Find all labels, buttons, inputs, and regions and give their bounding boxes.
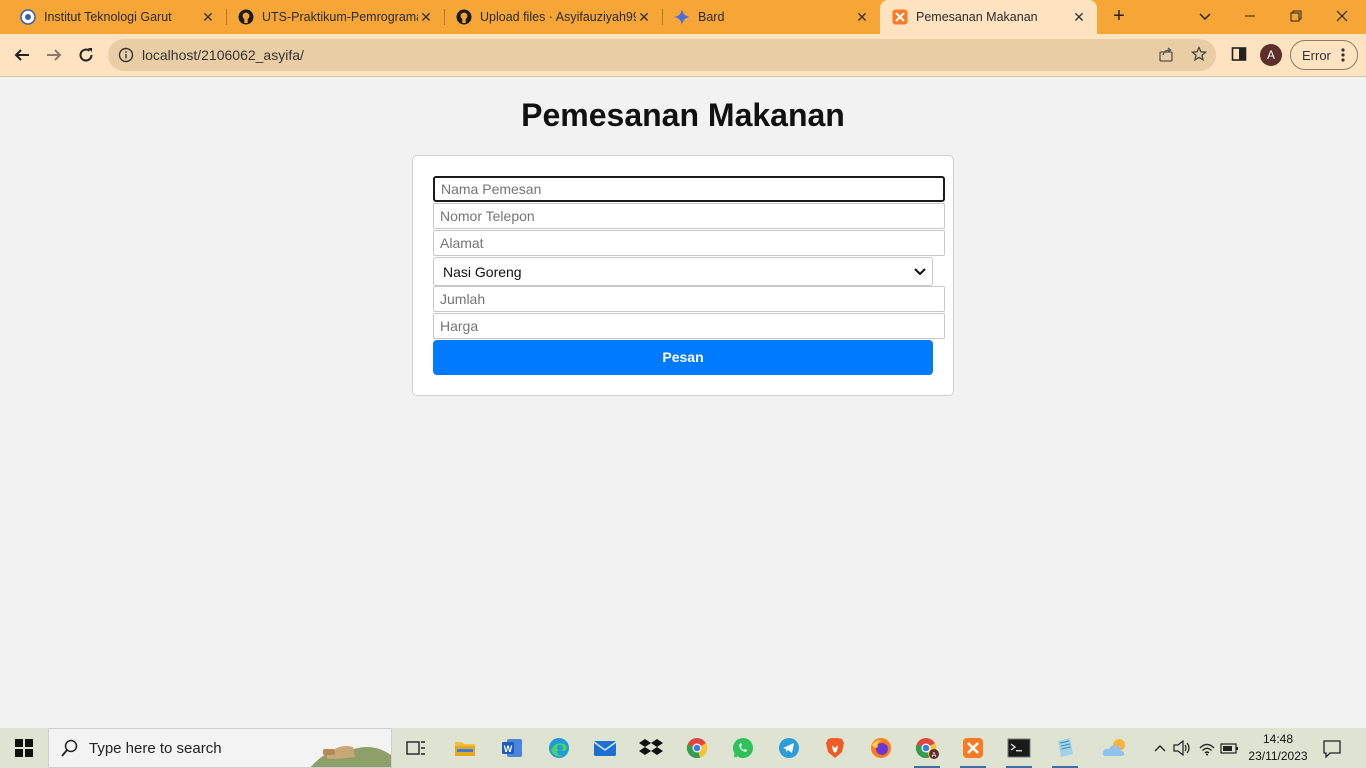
chevron-up-icon[interactable]	[1150, 738, 1170, 758]
close-icon[interactable]: ✕	[1071, 9, 1087, 25]
firefox-icon[interactable]	[864, 732, 898, 764]
side-panel-icon[interactable]	[1227, 42, 1251, 66]
dropbox-icon[interactable]	[634, 732, 668, 764]
nomor-telepon-input[interactable]: Nomor Telepon	[433, 203, 945, 229]
campus-logo-icon	[20, 9, 36, 25]
xampp-icon[interactable]	[956, 732, 990, 768]
pesan-button[interactable]: Pesan	[433, 340, 933, 375]
tab-upload-files[interactable]: Upload files · Asyifauziyah99 ✕	[436, 0, 662, 34]
tab-institut[interactable]: Institut Teknologi Garut ✕	[0, 0, 226, 34]
more-vertical-icon	[1341, 48, 1345, 62]
profile-avatar[interactable]: A	[1260, 44, 1282, 66]
nama-pemesan-input[interactable]: Nama Pemesan	[433, 176, 945, 202]
clock-date: 23/11/2023	[1248, 749, 1308, 763]
harga-input[interactable]: Harga	[433, 313, 945, 339]
close-icon[interactable]: ✕	[636, 9, 652, 25]
chrome-icon[interactable]	[680, 732, 714, 764]
file-explorer-icon[interactable]	[448, 732, 482, 764]
windows-taskbar: Type here to search W A 14:48 23/11/2023	[0, 728, 1366, 768]
alamat-input[interactable]: Alamat	[433, 230, 945, 256]
close-icon[interactable]: ✕	[418, 9, 434, 25]
system-clock[interactable]: 14:48 23/11/2023	[1246, 731, 1310, 765]
page-content: Pemesanan Makanan Nama Pemesan Nomor Tel…	[0, 77, 1366, 728]
jumlah-input[interactable]: Jumlah	[433, 286, 945, 312]
tab-bard[interactable]: Bard ✕	[654, 0, 880, 34]
menu-select[interactable]: Nasi Goreng	[433, 257, 933, 286]
new-tab-button[interactable]: +	[1108, 6, 1130, 28]
search-icon	[61, 739, 79, 757]
brave-icon[interactable]	[818, 732, 852, 764]
whatsapp-icon[interactable]	[726, 732, 760, 764]
github-icon	[238, 9, 254, 25]
error-menu-button[interactable]: Error	[1290, 40, 1358, 70]
tab-title: Institut Teknologi Garut	[44, 10, 172, 24]
error-label: Error	[1302, 47, 1331, 63]
tab-strip: Institut Teknologi Garut ✕ UTS-Praktikum…	[0, 0, 1366, 34]
chrome-profile-icon[interactable]: A	[910, 732, 944, 768]
share-icon[interactable]	[1154, 42, 1178, 66]
search-placeholder: Type here to search	[89, 739, 222, 757]
url-text[interactable]: localhost/2106062_asyifa/	[142, 47, 304, 63]
mail-icon[interactable]	[588, 732, 622, 764]
page-title: Pemesanan Makanan	[521, 97, 845, 133]
back-arrow-icon[interactable]	[9, 42, 35, 68]
notepad-icon[interactable]	[1048, 732, 1082, 768]
terminal-icon[interactable]	[1002, 732, 1036, 768]
chevron-down-icon	[914, 267, 926, 276]
windows-start-icon[interactable]	[0, 728, 48, 768]
menu-selected-value: Nasi Goreng	[443, 263, 522, 280]
bard-sparkle-icon	[674, 9, 690, 25]
battery-icon[interactable]	[1220, 738, 1240, 758]
tab-title: Upload files · Asyifauziyah99	[480, 10, 636, 24]
close-icon[interactable]: ✕	[200, 9, 216, 25]
edge-icon[interactable]	[542, 732, 576, 764]
svg-text:W: W	[504, 744, 513, 754]
github-icon	[456, 9, 472, 25]
wifi-icon[interactable]	[1197, 738, 1217, 758]
tab-title: UTS-Praktikum-Pemrograma	[262, 10, 418, 24]
close-window-icon[interactable]	[1330, 5, 1354, 27]
tab-title: Bard	[698, 10, 725, 24]
tab-pemesanan-makanan[interactable]: Pemesanan Makanan ✕	[880, 0, 1097, 34]
notification-icon[interactable]	[1322, 738, 1342, 759]
xampp-icon	[892, 9, 908, 25]
site-info-icon[interactable]	[118, 47, 134, 63]
telegram-icon[interactable]	[772, 732, 806, 764]
order-form: Nama Pemesan Nomor Telepon Alamat Nasi G…	[412, 155, 954, 396]
search-highlight-illustration-icon	[310, 746, 391, 767]
minimize-icon[interactable]	[1238, 5, 1262, 27]
tab-search-chevron-icon[interactable]	[1193, 5, 1217, 27]
task-view-icon[interactable]	[399, 732, 433, 764]
tab-title: Pemesanan Makanan	[916, 10, 1038, 24]
weather-cloud-icon[interactable]	[1098, 732, 1132, 764]
clock-time: 14:48	[1262, 732, 1294, 746]
reload-icon[interactable]	[73, 42, 99, 68]
address-bar[interactable]: localhost/2106062_asyifa/	[108, 39, 1216, 71]
forward-arrow-icon[interactable]	[41, 42, 67, 68]
svg-text:A: A	[932, 752, 937, 759]
bookmark-star-icon[interactable]	[1187, 42, 1211, 66]
restore-icon[interactable]	[1284, 5, 1308, 27]
volume-icon[interactable]	[1172, 738, 1192, 758]
tab-uts-praktikum[interactable]: UTS-Praktikum-Pemrograma ✕	[218, 0, 444, 34]
word-icon[interactable]: W	[495, 732, 529, 764]
taskbar-search-box[interactable]: Type here to search	[48, 728, 392, 768]
browser-toolbar: localhost/2106062_asyifa/ A Error	[0, 34, 1366, 77]
close-icon[interactable]: ✕	[854, 9, 870, 25]
